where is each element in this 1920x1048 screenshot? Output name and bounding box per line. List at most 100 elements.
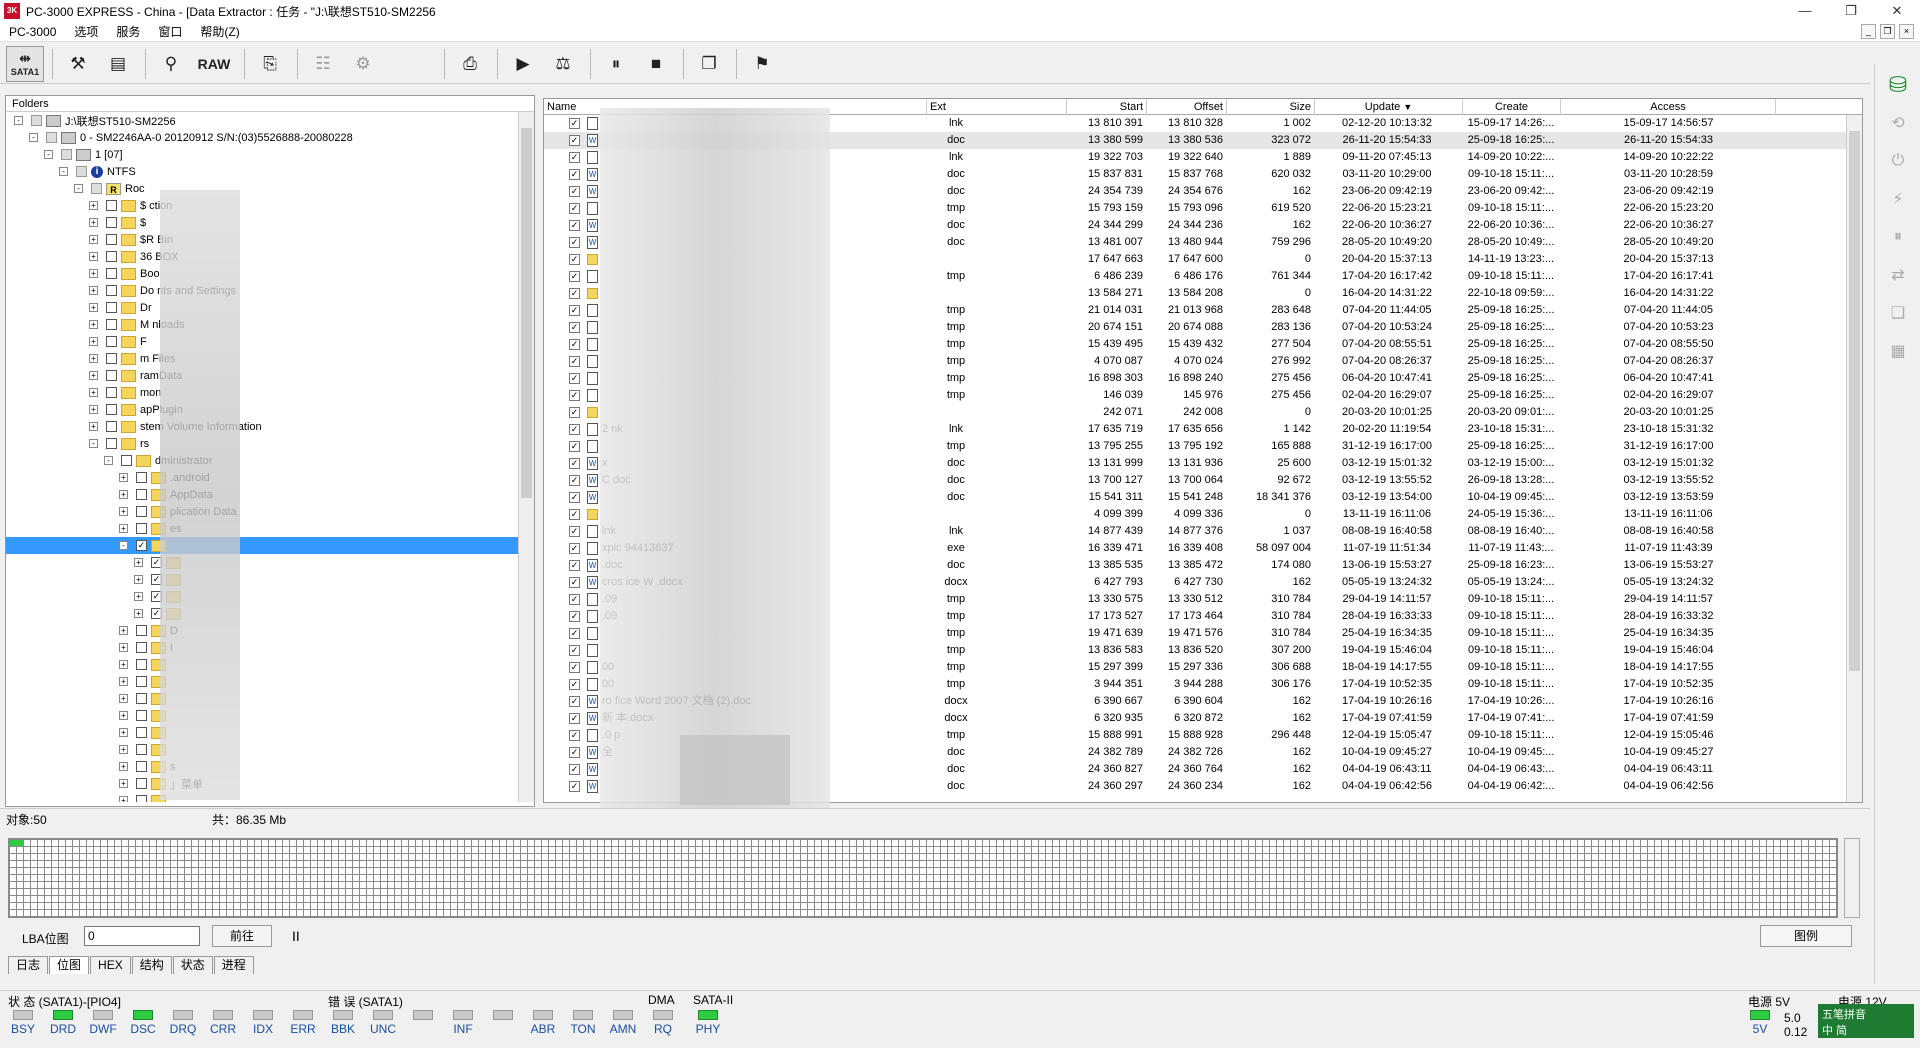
- tree-node-checkbox[interactable]: [136, 506, 147, 517]
- sata-port-button[interactable]: ⇹ SATA1: [6, 45, 44, 82]
- col-update[interactable]: Update ▼: [1315, 99, 1463, 115]
- file-row-checkbox[interactable]: ✓: [569, 492, 580, 503]
- windows-button[interactable]: ❐: [690, 46, 728, 82]
- minimize-button[interactable]: —: [1782, 0, 1828, 22]
- tree-node-checkbox[interactable]: [136, 778, 147, 789]
- connect-button[interactable]: ⇄: [1878, 258, 1918, 292]
- file-row-checkbox[interactable]: ✓: [569, 135, 580, 146]
- file-row-checkbox[interactable]: ✓: [569, 679, 580, 690]
- tree-node-checkbox[interactable]: [136, 710, 147, 721]
- tab-bitmap[interactable]: 位图: [49, 956, 90, 974]
- collapse-icon[interactable]: -: [14, 116, 23, 125]
- file-row-checkbox[interactable]: ✓: [569, 543, 580, 554]
- tree-node-checkbox[interactable]: [106, 438, 117, 449]
- file-row-checkbox[interactable]: ✓: [569, 526, 580, 537]
- collapse-icon[interactable]: -: [59, 167, 68, 176]
- tree-node[interactable]: - rs: [6, 435, 518, 452]
- file-row-checkbox[interactable]: ✓: [569, 356, 580, 367]
- tree-node[interactable]: +: [6, 741, 518, 758]
- file-row-checkbox[interactable]: ✓: [569, 696, 580, 707]
- tree-node[interactable]: + 」菜单: [6, 775, 518, 792]
- tree-node[interactable]: - i NTFS: [6, 163, 518, 180]
- collapse-icon[interactable]: -: [74, 184, 83, 193]
- file-row-checkbox[interactable]: ✓: [569, 152, 580, 163]
- file-list-scrollbar[interactable]: [1846, 115, 1862, 802]
- database-button[interactable]: ⛁: [1878, 68, 1918, 102]
- col-ext[interactable]: Ext: [927, 99, 1067, 115]
- expand-icon[interactable]: +: [119, 796, 128, 802]
- chip-button[interactable]: ▦: [1878, 334, 1918, 368]
- expand-icon[interactable]: +: [89, 269, 98, 278]
- tree-node-checkbox[interactable]: [136, 676, 147, 687]
- bitmap-scrollbar[interactable]: [1844, 838, 1860, 918]
- file-row-checkbox[interactable]: ✓: [569, 611, 580, 622]
- file-row-checkbox[interactable]: ✓: [569, 186, 580, 197]
- tab-log[interactable]: 日志: [8, 956, 49, 974]
- expand-icon[interactable]: +: [89, 388, 98, 397]
- raw-button[interactable]: RAW: [192, 46, 236, 82]
- expand-icon[interactable]: +: [119, 762, 128, 771]
- export-button[interactable]: ⎙: [451, 46, 489, 82]
- collapse-icon[interactable]: -: [29, 133, 38, 142]
- side-pause-button[interactable]: ⏸: [1878, 220, 1918, 254]
- tree-node[interactable]: + s: [6, 758, 518, 775]
- file-row-checkbox[interactable]: ✓: [569, 458, 580, 469]
- expand-icon[interactable]: +: [89, 235, 98, 244]
- file-row-checkbox[interactable]: ✓: [569, 509, 580, 520]
- expand-icon[interactable]: +: [119, 524, 128, 533]
- expand-icon[interactable]: +: [89, 371, 98, 380]
- tree-node-checkbox[interactable]: [136, 795, 147, 802]
- tree-node-checkbox[interactable]: [136, 693, 147, 704]
- structure-button[interactable]: ⚖: [544, 46, 582, 82]
- file-row-checkbox[interactable]: ✓: [569, 730, 580, 741]
- tree-node-checkbox[interactable]: [106, 285, 117, 296]
- expand-icon[interactable]: +: [134, 592, 143, 601]
- file-row-checkbox[interactable]: ✓: [569, 781, 580, 792]
- expand-icon[interactable]: +: [119, 473, 128, 482]
- tree-node[interactable]: + ✓: [6, 571, 518, 588]
- tree-node[interactable]: + ✓: [6, 588, 518, 605]
- file-row-checkbox[interactable]: ✓: [569, 713, 580, 724]
- tree-node[interactable]: + $R Bin: [6, 231, 518, 248]
- collapse-icon[interactable]: -: [119, 541, 128, 550]
- file-row-checkbox[interactable]: ✓: [569, 322, 580, 333]
- tree-node[interactable]: + es: [6, 520, 518, 537]
- expand-icon[interactable]: +: [119, 660, 128, 669]
- tree-node-checkbox[interactable]: [136, 625, 147, 636]
- tree-node[interactable]: +: [6, 724, 518, 741]
- tree-node[interactable]: + $: [6, 214, 518, 231]
- tree-node[interactable]: - 0 - SM2246AA-0 20120912 S/N:(03)5526888…: [6, 129, 518, 146]
- search-button[interactable]: ⚲: [152, 46, 190, 82]
- tree-node[interactable]: +: [6, 673, 518, 690]
- file-row-checkbox[interactable]: ✓: [569, 441, 580, 452]
- expand-icon[interactable]: +: [134, 575, 143, 584]
- tree-node[interactable]: + mon: [6, 384, 518, 401]
- tree-node-checkbox[interactable]: [106, 319, 117, 330]
- expand-icon[interactable]: +: [89, 337, 98, 346]
- tree-node-checkbox[interactable]: [136, 523, 147, 534]
- file-row-checkbox[interactable]: ✓: [569, 475, 580, 486]
- expand-icon[interactable]: +: [119, 745, 128, 754]
- file-row-checkbox[interactable]: ✓: [569, 118, 580, 129]
- tree-node-checkbox[interactable]: [106, 353, 117, 364]
- tree-node-checkbox[interactable]: [136, 761, 147, 772]
- tree-node[interactable]: +36 BOX: [6, 248, 518, 265]
- tab-status[interactable]: 状态: [172, 956, 213, 974]
- expand-icon[interactable]: +: [89, 320, 98, 329]
- expand-icon[interactable]: +: [89, 286, 98, 295]
- file-row-checkbox[interactable]: ✓: [569, 560, 580, 571]
- file-row-checkbox[interactable]: ✓: [569, 373, 580, 384]
- tree-node-checkbox[interactable]: [46, 132, 57, 143]
- tree-node-checkbox[interactable]: [76, 166, 87, 177]
- tab-structure[interactable]: 结构: [131, 956, 172, 974]
- file-row-checkbox[interactable]: ✓: [569, 424, 580, 435]
- expand-icon[interactable]: +: [89, 422, 98, 431]
- open-button[interactable]: ⎘: [251, 46, 289, 82]
- file-row-checkbox[interactable]: ✓: [569, 390, 580, 401]
- ime-toolbar[interactable]: 五笔拼音 中 简: [1818, 1004, 1914, 1038]
- tree-node[interactable]: +: [6, 707, 518, 724]
- tree-view-button[interactable]: ☷: [304, 46, 342, 82]
- expand-icon[interactable]: +: [134, 558, 143, 567]
- tree-node[interactable]: + ✓: [6, 605, 518, 622]
- expand-icon[interactable]: +: [89, 252, 98, 261]
